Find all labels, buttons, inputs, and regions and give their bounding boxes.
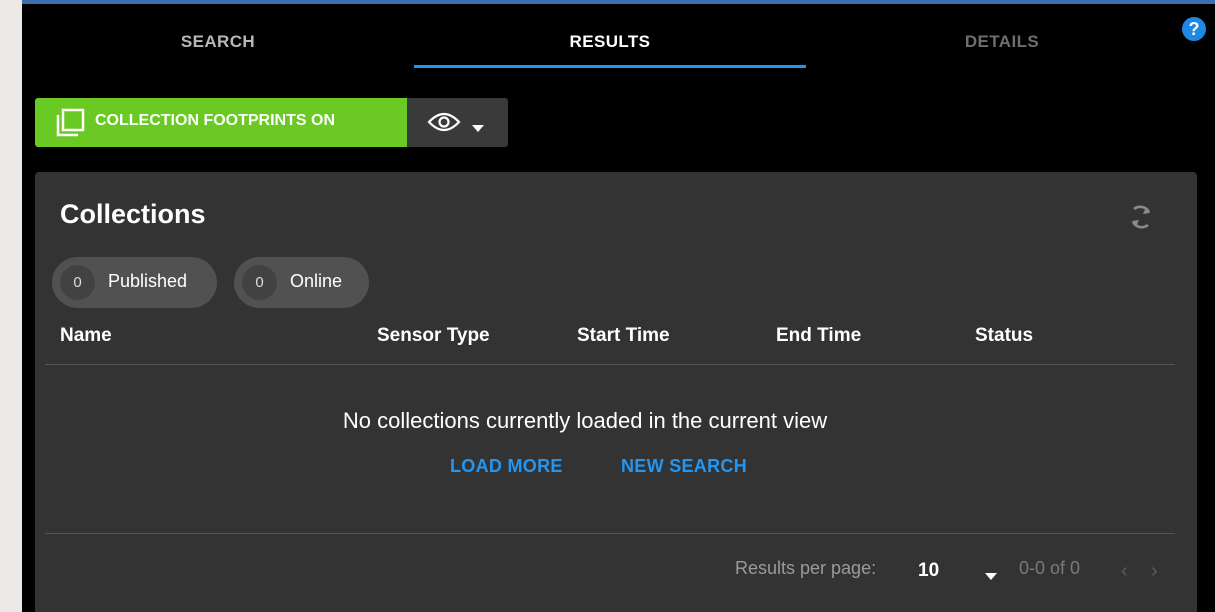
tab-details[interactable]: DETAILS: [806, 32, 1198, 54]
results-panel: SEARCH RESULTS DETAILS ? COLLECTION FOOT…: [22, 0, 1215, 612]
tab-search[interactable]: SEARCH: [22, 32, 414, 54]
online-label: Online: [290, 271, 343, 291]
previous-page-icon[interactable]: ‹: [1121, 560, 1128, 583]
help-icon[interactable]: ?: [1182, 17, 1206, 41]
column-header-status[interactable]: Status: [975, 325, 1033, 347]
results-per-page-select[interactable]: 10: [918, 560, 939, 582]
pagination-range: 0-0 of 0: [1019, 558, 1081, 578]
empty-state-message: No collections currently loaded in the c…: [342, 408, 828, 433]
top-border: [22, 0, 1215, 4]
load-more-button[interactable]: LOAD MORE: [450, 456, 563, 477]
collection-footprints-toggle[interactable]: COLLECTION FOOTPRINTS ON: [35, 98, 407, 147]
column-header-start-time[interactable]: Start Time: [577, 325, 670, 347]
column-header-name[interactable]: Name: [60, 325, 112, 347]
collection-footprints-label: COLLECTION FOOTPRINTS ON: [95, 112, 335, 129]
column-header-sensor-type[interactable]: Sensor Type: [377, 325, 490, 347]
chevron-down-icon[interactable]: [985, 567, 997, 585]
next-page-icon[interactable]: ›: [1151, 560, 1158, 583]
column-header-end-time[interactable]: End Time: [776, 325, 861, 347]
layers-icon: [54, 108, 86, 143]
tab-results[interactable]: RESULTS: [414, 32, 806, 54]
refresh-icon[interactable]: [1127, 202, 1155, 237]
collections-title: Collections: [60, 199, 206, 229]
online-count: 0: [242, 265, 277, 300]
visibility-menu-button[interactable]: [407, 98, 508, 147]
published-count: 0: [60, 265, 95, 300]
header-divider: [45, 364, 1175, 365]
published-label: Published: [108, 271, 188, 291]
active-tab-indicator: [414, 65, 806, 68]
chevron-down-icon: [472, 119, 484, 137]
new-search-button[interactable]: NEW SEARCH: [621, 456, 747, 477]
published-filter-chip[interactable]: 0 Published: [52, 257, 217, 308]
collections-card: Collections 0 Published 0 Online Name Se…: [35, 172, 1197, 612]
eye-icon: [427, 111, 461, 138]
results-per-page-label: Results per page:: [735, 558, 877, 578]
footer-divider: [45, 533, 1175, 534]
online-filter-chip[interactable]: 0 Online: [234, 257, 369, 308]
